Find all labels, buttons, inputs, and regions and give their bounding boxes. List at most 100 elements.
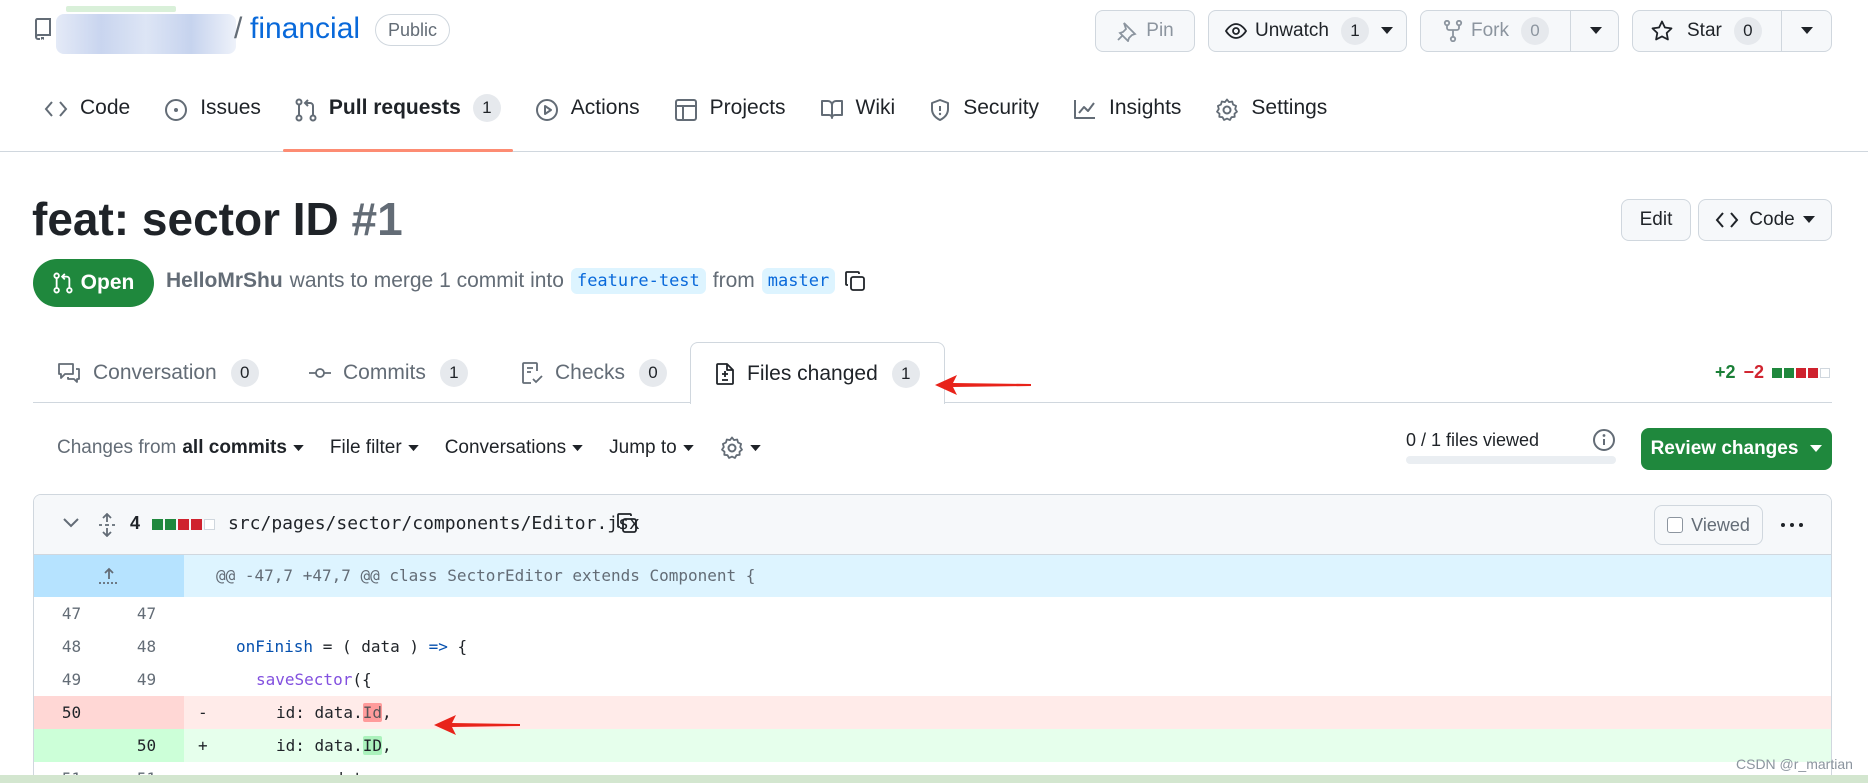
changes-from-value: all commits xyxy=(182,437,287,458)
deletions-count: −2 xyxy=(1743,362,1764,382)
edit-label: Edit xyxy=(1639,209,1673,230)
viewed-checkbox[interactable]: Viewed xyxy=(1654,505,1763,545)
nav-actions-label: Actions xyxy=(570,96,640,119)
nav-projects[interactable]: Projects xyxy=(674,96,786,152)
tab-conversation[interactable]: Conversation 0 xyxy=(57,342,259,403)
chevron-down-icon xyxy=(1800,27,1813,34)
watch-count: 1 xyxy=(1340,17,1369,45)
old-line-number[interactable]: 50 xyxy=(34,696,109,729)
tab-checks[interactable]: Checks 0 xyxy=(521,342,668,403)
new-line-number[interactable] xyxy=(109,696,184,729)
jump-to-dropdown[interactable]: Jump to xyxy=(609,437,694,459)
nav-code-label: Code xyxy=(80,96,131,119)
code-token-changed: ID xyxy=(362,736,382,755)
conversations-dropdown[interactable]: Conversations xyxy=(445,437,583,459)
file-filter-dropdown[interactable]: File filter xyxy=(330,437,419,459)
nav-settings[interactable]: Settings xyxy=(1215,96,1327,152)
repo-nav: Code Issues Pull requests 1 Actions Proj… xyxy=(44,94,1361,152)
diff-line: 47 47 xyxy=(34,597,1831,630)
tab-files-changed-label: Files changed xyxy=(747,361,878,385)
pin-button[interactable]: Pin xyxy=(1095,10,1195,52)
nav-insights[interactable]: Insights xyxy=(1073,96,1181,152)
old-line-number[interactable]: 47 xyxy=(34,597,109,630)
files-viewed-text: 0 / 1 files viewed xyxy=(1406,430,1540,450)
pr-author-link[interactable]: HelloMrShu xyxy=(166,269,283,293)
diff-settings-dropdown[interactable] xyxy=(720,436,761,460)
nav-security[interactable]: Security xyxy=(929,96,1039,152)
nav-pull-requests[interactable]: Pull requests 1 xyxy=(282,94,513,152)
fork-label: Fork xyxy=(1471,20,1509,41)
old-line-number[interactable]: 49 xyxy=(34,663,109,696)
repo-separator: / xyxy=(234,12,243,45)
annotation-arrow xyxy=(434,715,520,735)
code-line: onFinish = ( data ) => { xyxy=(184,630,1831,663)
commit-icon xyxy=(309,367,331,379)
copy-icon[interactable] xyxy=(616,512,638,534)
pull-request-icon xyxy=(53,272,73,294)
changes-from-dropdown[interactable]: Changes from all commits xyxy=(57,437,304,459)
tab-commits[interactable]: Commits 1 xyxy=(309,342,468,403)
hunk-header: @@ -47,7 +47,7 @@ class SectorEditor ext… xyxy=(216,566,756,585)
code-dropdown-button[interactable]: Code xyxy=(1698,199,1832,241)
chevron-down-icon[interactable] xyxy=(62,517,80,529)
visibility-badge: Public xyxy=(375,14,451,46)
new-line-number[interactable]: 47 xyxy=(109,597,184,630)
new-line-number[interactable]: 48 xyxy=(109,630,184,663)
nav-actions[interactable]: Actions xyxy=(535,96,640,152)
conversations-label: Conversations xyxy=(444,437,567,458)
new-line-number[interactable]: 49 xyxy=(109,663,184,696)
file-filter-label: File filter xyxy=(329,437,402,458)
file-header: 4 src/pages/sector/components/Editor.jsx… xyxy=(34,495,1831,555)
base-branch-link[interactable]: feature-test xyxy=(570,268,706,294)
file-path[interactable]: src/pages/sector/components/Editor.jsx xyxy=(228,513,640,534)
old-line-number[interactable]: 48 xyxy=(34,630,109,663)
code-token: id: data. xyxy=(276,703,363,722)
watermark: CSDN @r_martian xyxy=(1736,756,1853,772)
diffstat: +2 −2 xyxy=(1715,362,1832,383)
unwatch-button[interactable]: Unwatch 1 xyxy=(1208,10,1407,52)
chevron-down-icon xyxy=(1810,445,1823,453)
unfold-icon[interactable] xyxy=(98,513,116,537)
nav-issues-label: Issues xyxy=(200,96,261,119)
nav-issues[interactable]: Issues xyxy=(164,96,261,152)
files-viewed-progress xyxy=(1406,456,1616,464)
pr-meta: HelloMrShu wants to merge 1 commit into … xyxy=(166,268,866,294)
eye-icon xyxy=(1225,20,1247,42)
nav-code[interactable]: Code xyxy=(44,96,130,152)
kebab-horizontal-icon[interactable] xyxy=(1781,523,1803,527)
diff-toolbar: Changes from all commits File filter Con… xyxy=(57,436,787,460)
edit-title-button[interactable]: Edit xyxy=(1621,199,1691,241)
jump-to-label: Jump to xyxy=(609,437,677,458)
gear-icon xyxy=(720,436,744,460)
nav-wiki-label: Wiki xyxy=(855,96,896,119)
pr-title: feat: sector ID #1 xyxy=(32,192,403,246)
fork-button[interactable]: Fork 0 xyxy=(1420,10,1619,52)
pin-label: Pin xyxy=(1146,20,1174,41)
star-label: Star xyxy=(1687,20,1722,41)
chevron-down-icon xyxy=(572,444,583,452)
fork-menu-button[interactable] xyxy=(1570,11,1620,51)
diff-table: @@ -47,7 +47,7 @@ class SectorEditor ext… xyxy=(34,555,1831,783)
pin-icon xyxy=(1116,20,1138,42)
additions-count: +2 xyxy=(1714,362,1736,382)
star-list-menu-button[interactable] xyxy=(1781,11,1831,51)
pr-title-text: feat: sector ID xyxy=(32,193,339,245)
file-diff: 4 src/pages/sector/components/Editor.jsx… xyxy=(33,494,1832,783)
expand-up-icon[interactable] xyxy=(34,555,184,597)
chevron-down-icon xyxy=(1802,216,1815,224)
tab-files-changed[interactable]: Files changed 1 xyxy=(690,342,945,404)
code-dropdown-label: Code xyxy=(1749,209,1795,230)
table-icon xyxy=(674,98,698,122)
star-button[interactable]: Star 0 xyxy=(1632,10,1832,52)
review-changes-button[interactable]: Review changes xyxy=(1641,428,1832,470)
old-line-number[interactable] xyxy=(34,729,109,762)
info-icon[interactable] xyxy=(1592,428,1616,452)
copy-icon[interactable] xyxy=(844,270,866,292)
nav-security-label: Security xyxy=(963,96,1040,119)
conversation-count: 0 xyxy=(230,358,259,387)
head-branch-link[interactable]: master xyxy=(761,268,836,294)
nav-wiki[interactable]: Wiki xyxy=(820,96,896,152)
gear-icon xyxy=(1215,98,1239,122)
repo-name-link[interactable]: financial xyxy=(250,12,360,46)
new-line-number[interactable]: 50 xyxy=(109,729,184,762)
